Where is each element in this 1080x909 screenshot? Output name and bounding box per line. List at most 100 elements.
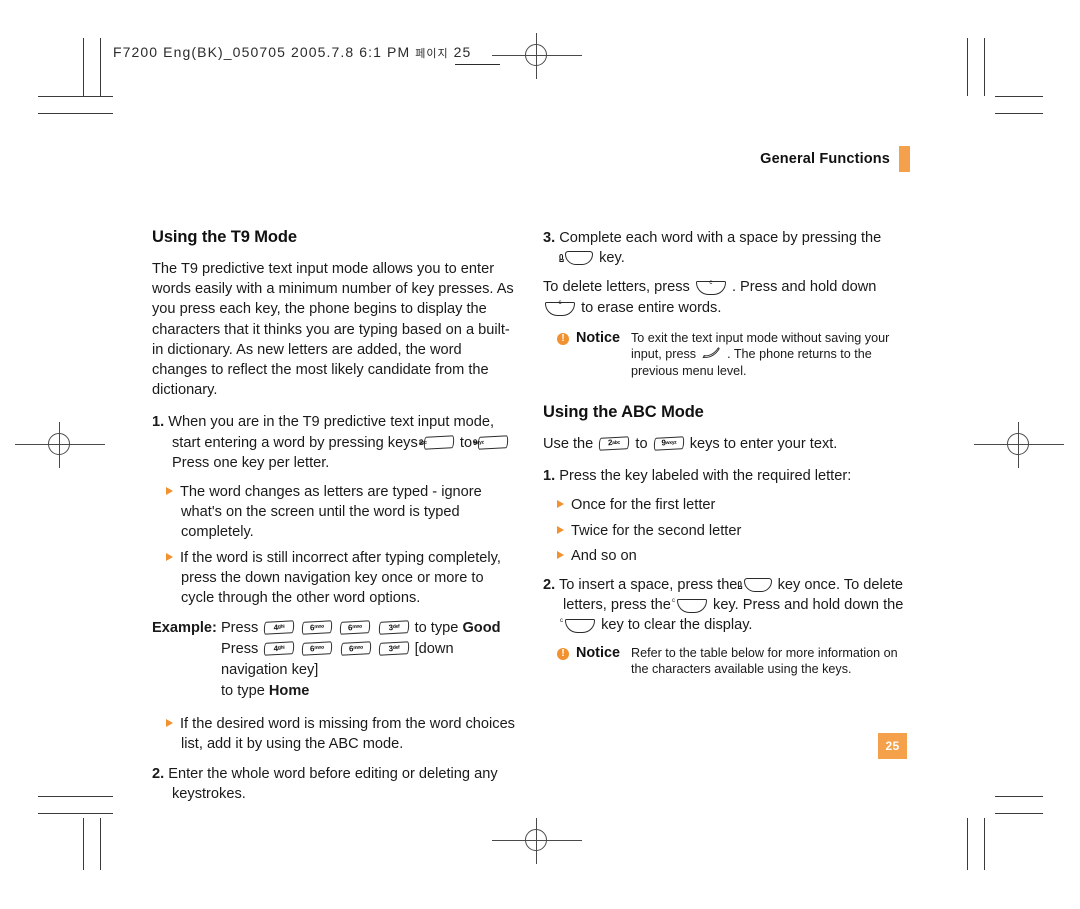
triangle-bullet-icon [166, 487, 173, 496]
t9-bullets-after-step1: The word changes as letters are typed - … [152, 482, 520, 608]
list-item-label: If the desired word is missing from the … [180, 716, 515, 753]
keypad-key-3-icon: 3 def [378, 620, 409, 636]
abc-bullets: Once for the first letter Twice for the … [543, 495, 911, 566]
example-line2-press: Press [221, 641, 259, 658]
abc-step-2-text-c: key. Press and hold down the [713, 597, 904, 614]
registration-mark-top [492, 33, 582, 79]
registration-mark-right [974, 422, 1064, 468]
page-number-badge: 25 [878, 733, 907, 759]
list-item: Twice for the second letter [557, 521, 911, 541]
keypad-key-6-icon: 6 mno [301, 620, 333, 636]
keypad-key-2-icon: 2 abc [419, 434, 455, 450]
list-item-label: Twice for the second letter [571, 522, 742, 539]
list-item: Once for the first letter [557, 495, 911, 515]
end-key-shape [701, 347, 720, 359]
notice-exclamation-icon [557, 331, 569, 346]
crop-mark-top-left-h1 [38, 96, 113, 97]
keypad-key-3-icon: 3 def [378, 641, 409, 657]
keypad-key-2-icon: 2 abc [598, 436, 630, 451]
file-stamp-underline [455, 64, 500, 65]
keypad-clear-key-icon: c [672, 598, 707, 614]
keypad-clear-key-icon: c [560, 618, 595, 634]
notice-block-1: Notice To exit the text input mode witho… [557, 330, 911, 379]
triangle-bullet-icon [166, 552, 173, 561]
notice-label: Notice [576, 644, 620, 661]
abc-step-1-number: 1. [543, 468, 556, 485]
crop-mark-bottom-right-v2 [984, 818, 985, 870]
keypad-end-key-icon [701, 347, 722, 360]
file-stamp-han-text: 페이지 [415, 48, 449, 60]
keypad-clear-key-icon: c [695, 280, 726, 296]
keypad-key-4-icon: 4 ghi [263, 620, 295, 636]
keypad-key-4-letters: ghi [277, 623, 285, 631]
crop-mark-top-left-v2 [100, 38, 101, 96]
list-item: If the word is still incorrect after typ… [166, 548, 520, 609]
abc-intro-text-c: keys to enter your text. [689, 436, 838, 453]
t9-step-1-number: 1. [152, 414, 165, 431]
delete-text-b: . Press and hold down [731, 279, 877, 296]
keypad-key-9-letters: wxyz [665, 440, 677, 447]
running-head-accent-bar [899, 146, 910, 172]
keypad-key-3-letters: def [392, 623, 400, 631]
abc-step-2: 2. To insert a space, press the 0 ␣ key o… [543, 575, 911, 636]
keypad-key-6-letters: mno [352, 623, 363, 631]
keypad-key-6-icon: 6 mno [340, 641, 371, 657]
keypad-key-4-letters: ghi [278, 644, 285, 652]
keypad-key-0-space-icon: 0 ␣ [738, 578, 772, 593]
t9-step-3-number: 3. [543, 230, 556, 246]
abc-step-2-number: 2. [543, 577, 556, 594]
t9-step-3-text-b: key. [599, 250, 625, 267]
keypad-key-6-letters: mno [352, 644, 363, 652]
t9-step-1: 1. When you are in the T9 predictive tex… [152, 412, 520, 473]
abc-intro-text-b: to [635, 436, 648, 453]
t9-step-3-text-a: Complete each word with a space by press… [559, 230, 882, 246]
file-stamp-page: 25 [453, 44, 472, 60]
t9-step-3: 3. Complete each word with a space by pr… [543, 228, 911, 268]
t9-intro-paragraph: The T9 predictive text input mode allows… [152, 261, 514, 399]
keypad-key-9-icon: 9 wxyz [653, 436, 685, 451]
crop-mark-bottom-left-v2 [100, 818, 101, 870]
t9-bullet-after-example: If the desired word is missing from the … [152, 714, 520, 754]
abc-step-2-text-d: key to clear the display. [601, 617, 753, 634]
file-stamp-text: F7200 Eng(BK)_050705 2005.7.8 6:1 PM [113, 44, 411, 60]
t9-step-2: 2. Enter the whole word before editing o… [152, 764, 520, 804]
list-item-label: And so on [571, 547, 637, 564]
crop-mark-bottom-left-v1 [83, 818, 84, 870]
keypad-key-6-icon: 6 mno [340, 620, 371, 636]
example-line3-word: Home [268, 683, 310, 700]
list-item: If the desired word is missing from the … [166, 714, 520, 754]
list-item-label: If the word is still incorrect after typ… [180, 549, 501, 607]
crop-mark-top-right-h1 [995, 96, 1043, 97]
keypad-key-2-digit: 2 [418, 437, 424, 448]
abc-intro-text-a: Use the [543, 436, 594, 453]
keypad-key-6-letters: mno [314, 644, 325, 652]
file-stamp: F7200 Eng(BK)_050705 2005.7.8 6:1 PM 페이지… [113, 44, 471, 61]
t9-step-2-text: Enter the whole word before editing or d… [168, 765, 498, 802]
crop-mark-top-right-h2 [995, 113, 1043, 114]
list-item-label: Once for the first letter [571, 497, 716, 514]
crop-mark-top-right-v1 [967, 38, 968, 96]
notice-label: Notice [576, 329, 620, 346]
triangle-bullet-icon [557, 500, 564, 509]
registration-mark-left [15, 422, 105, 468]
example-line1-press: Press [220, 620, 259, 637]
crop-mark-top-left-h2 [38, 113, 113, 114]
right-column: 3. Complete each word with a space by pr… [543, 228, 911, 691]
section-heading-abc: Using the ABC Mode [543, 403, 704, 422]
delete-text-c: to erase entire words. [581, 299, 722, 316]
t9-step-2-number: 2. [152, 765, 165, 782]
abc-step-2-text-a: To insert a space, press the [558, 577, 738, 594]
delete-text-a: To delete letters, press [543, 279, 690, 296]
crop-mark-bottom-right-h1 [995, 796, 1043, 797]
example-line1-tail: to type [414, 620, 459, 637]
keypad-key-4-icon: 4 ghi [263, 641, 295, 657]
list-item: And so on [557, 546, 911, 566]
crop-mark-bottom-left-h2 [38, 813, 113, 814]
notice-text: Refer to the table below for more inform… [630, 645, 898, 677]
list-item: The word changes as letters are typed - … [166, 482, 520, 543]
abc-step-1-text: Press the key labeled with the required … [559, 468, 852, 485]
triangle-bullet-icon [557, 525, 564, 534]
crop-mark-bottom-right-h2 [995, 813, 1043, 814]
notice-block-2: Notice Refer to the table below for more… [557, 645, 911, 678]
crop-mark-bottom-left-h1 [38, 796, 113, 797]
